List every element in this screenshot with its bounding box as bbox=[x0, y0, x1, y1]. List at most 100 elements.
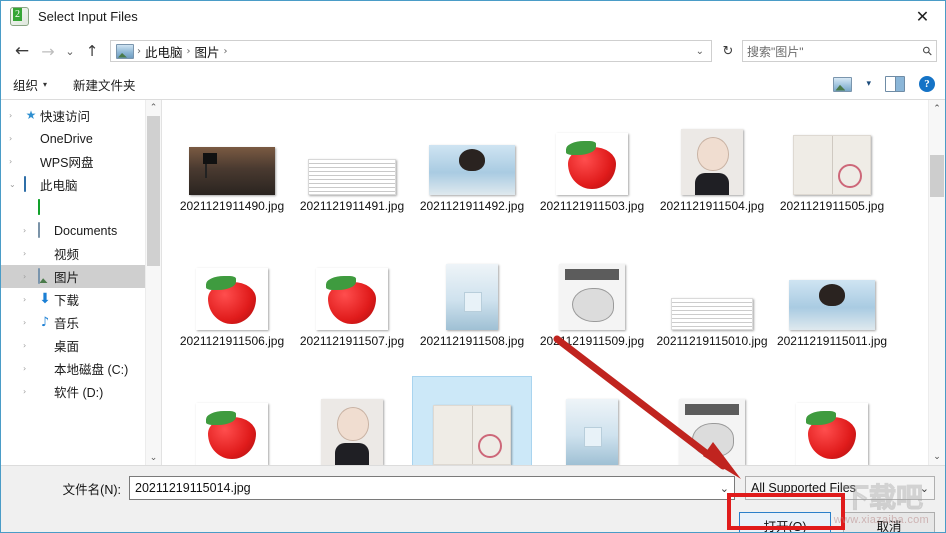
dialog-footer: 文件名(N): 20211219115014.jpg ⌄ All Support… bbox=[1, 465, 945, 532]
chevron-right-icon[interactable]: › bbox=[9, 134, 22, 143]
file-item[interactable]: 2021121911507.jpg bbox=[292, 241, 412, 376]
sidebar-item-此电脑[interactable]: ⌄ 此电脑 bbox=[1, 173, 161, 196]
scroll-down-icon[interactable]: ⌄ bbox=[146, 450, 161, 465]
file-item[interactable]: 20211219115017.jpg bbox=[772, 376, 892, 465]
file-item[interactable]: 2021121911492.jpg bbox=[412, 106, 532, 241]
sidebar-item-快速访问[interactable]: › ★ 快速访问 bbox=[1, 104, 161, 127]
file-list: 2021121911490.jpg 2021121911491.jpg 202112… bbox=[162, 100, 945, 465]
disk-icon bbox=[36, 361, 54, 376]
back-button[interactable]: ← bbox=[9, 38, 35, 64]
desktop-icon bbox=[36, 338, 54, 353]
chevron-right-icon[interactable]: › bbox=[23, 318, 36, 327]
file-item[interactable]: 2021121911506.jpg bbox=[172, 241, 292, 376]
chevron-right-icon[interactable]: › bbox=[23, 226, 36, 235]
file-type-value: All Supported Files bbox=[751, 481, 856, 495]
search-input[interactable]: 搜索"图片" ⚲ bbox=[742, 40, 937, 62]
file-item[interactable]: 2021121911505.jpg bbox=[772, 106, 892, 241]
sidebar-item-label: WPS网盘 bbox=[40, 156, 94, 170]
sidebar-item-图片[interactable]: › 图片 bbox=[1, 265, 161, 288]
file-list-scrollbar[interactable]: ⌃ ⌄ bbox=[928, 100, 945, 465]
chevron-right-icon[interactable]: › bbox=[23, 387, 36, 396]
chevron-down-icon[interactable]: ⌄ bbox=[696, 46, 708, 57]
file-item[interactable]: 20211219115015.jpg bbox=[532, 376, 652, 465]
breadcrumb-separator: › bbox=[223, 45, 228, 57]
file-name-label: 2021121911505.jpg bbox=[779, 199, 885, 213]
file-thumbnail bbox=[679, 380, 745, 465]
filename-value: 20211219115014.jpg bbox=[135, 481, 251, 495]
cancel-button[interactable]: 取消 bbox=[843, 512, 935, 532]
breadcrumb-item-0[interactable]: 此电脑 bbox=[142, 42, 186, 61]
sidebar-item-OneDrive[interactable]: › OneDrive bbox=[1, 127, 161, 150]
file-thumbnail bbox=[789, 245, 875, 330]
chevron-down-icon[interactable]: ▾ bbox=[866, 79, 871, 89]
chevron-right-icon[interactable]: › bbox=[23, 364, 36, 373]
file-item[interactable]: 20211219115010.jpg bbox=[652, 241, 772, 376]
sidebar-item-音乐[interactable]: › ♪ 音乐 bbox=[1, 311, 161, 334]
file-name-label: 20211219115010.jpg bbox=[656, 334, 768, 348]
sidebar-item-WPS网盘[interactable]: › WPS网盘 bbox=[1, 150, 161, 173]
file-name-label: 2021121911508.jpg bbox=[419, 334, 525, 348]
chevron-right-icon[interactable]: › bbox=[23, 341, 36, 350]
file-item[interactable]: 2021121911503.jpg bbox=[532, 106, 652, 241]
file-item[interactable]: 2021121911508.jpg bbox=[412, 241, 532, 376]
music-icon: ♪ bbox=[40, 315, 50, 330]
scroll-up-icon[interactable]: ⌃ bbox=[146, 100, 161, 115]
chevron-down-icon[interactable]: ⌄ bbox=[920, 482, 929, 495]
change-view-icon[interactable] bbox=[833, 76, 853, 92]
scroll-up-icon[interactable]: ⌃ bbox=[929, 100, 945, 117]
file-type-filter[interactable]: All Supported Files ⌄ bbox=[745, 476, 935, 500]
file-item[interactable]: 2021121911509.jpg bbox=[532, 241, 652, 376]
file-item[interactable]: 20211219115013.jpg bbox=[292, 376, 412, 465]
breadcrumb[interactable]: › 此电脑 › 图片 › ⌄ bbox=[110, 40, 712, 62]
chevron-right-icon[interactable]: › bbox=[9, 111, 22, 120]
forward-button[interactable]: → bbox=[35, 38, 61, 64]
file-item[interactable]: 2021121911491.jpg bbox=[292, 106, 412, 241]
cloud-icon bbox=[22, 131, 40, 146]
sidebar-item-Documents[interactable]: › Documents bbox=[1, 219, 161, 242]
chevron-right-icon[interactable]: › bbox=[23, 272, 36, 281]
chevron-right-icon[interactable]: › bbox=[9, 157, 22, 166]
preview-pane-icon[interactable] bbox=[885, 76, 905, 92]
sidebar-item-label: 图片 bbox=[54, 271, 80, 285]
filename-input[interactable]: 20211219115014.jpg ⌄ bbox=[129, 476, 735, 500]
chevron-down-icon[interactable]: ⌄ bbox=[720, 482, 729, 495]
sidebar-item-label: 视频 bbox=[54, 248, 80, 262]
sidebar-item-下载[interactable]: › ⬇ 下载 bbox=[1, 288, 161, 311]
file-item[interactable]: 20211219115012.jpg bbox=[172, 376, 292, 465]
recent-locations-button[interactable]: ⌄ bbox=[61, 38, 79, 64]
file-name-label: 2021121911503.jpg bbox=[539, 199, 645, 213]
file-name-label: 2021121911509.jpg bbox=[539, 334, 645, 348]
file-item[interactable]: 2021121911490.jpg bbox=[172, 106, 292, 241]
organize-button[interactable]: 组织 ▾ bbox=[13, 75, 47, 94]
file-item[interactable]: 20211219115011.jpg bbox=[772, 241, 892, 376]
up-button[interactable]: ↑ bbox=[79, 38, 105, 64]
sidebar-item-unnamed-4[interactable] bbox=[1, 196, 161, 219]
sidebar-item-软件 (D:)[interactable]: › 软件 (D:) bbox=[1, 380, 161, 403]
sidebar-scrollbar[interactable]: ⌃ ⌄ bbox=[145, 100, 161, 465]
scroll-down-icon[interactable]: ⌄ bbox=[929, 448, 945, 465]
file-thumbnail bbox=[681, 110, 743, 195]
sidebar-scroll-thumb[interactable] bbox=[147, 116, 160, 266]
sidebar-item-本地磁盘 (C:)[interactable]: › 本地磁盘 (C:) bbox=[1, 357, 161, 380]
close-icon[interactable]: ✕ bbox=[900, 1, 945, 32]
file-item[interactable]: 2021121911504.jpg bbox=[652, 106, 772, 241]
file-item[interactable]: 20211219115016.jpg bbox=[652, 376, 772, 465]
help-icon[interactable]: ? bbox=[919, 76, 935, 92]
chevron-right-icon[interactable]: › bbox=[23, 249, 36, 258]
sidebar-item-视频[interactable]: › 视频 bbox=[1, 242, 161, 265]
chevron-right-icon[interactable]: › bbox=[23, 295, 36, 304]
disk-icon bbox=[36, 384, 54, 399]
file-item[interactable]: 20211219115014.jpg bbox=[412, 376, 532, 465]
file-list-scroll-thumb[interactable] bbox=[930, 155, 944, 197]
open-button[interactable]: 打开(O) bbox=[739, 512, 831, 532]
breadcrumb-item-1[interactable]: 图片 bbox=[192, 42, 223, 61]
refresh-icon[interactable]: ↻ bbox=[717, 40, 739, 62]
sidebar-item-label: 此电脑 bbox=[40, 179, 78, 193]
new-folder-button[interactable]: 新建文件夹 bbox=[73, 75, 136, 94]
sidebar-item-label: 下载 bbox=[54, 294, 80, 308]
sidebar-item-桌面[interactable]: › 桌面 bbox=[1, 334, 161, 357]
file-thumbnail bbox=[196, 380, 268, 465]
chevron-right-icon[interactable]: ⌄ bbox=[9, 180, 22, 189]
downloads-icon: ⬇ bbox=[39, 291, 51, 307]
video-icon bbox=[36, 246, 54, 261]
